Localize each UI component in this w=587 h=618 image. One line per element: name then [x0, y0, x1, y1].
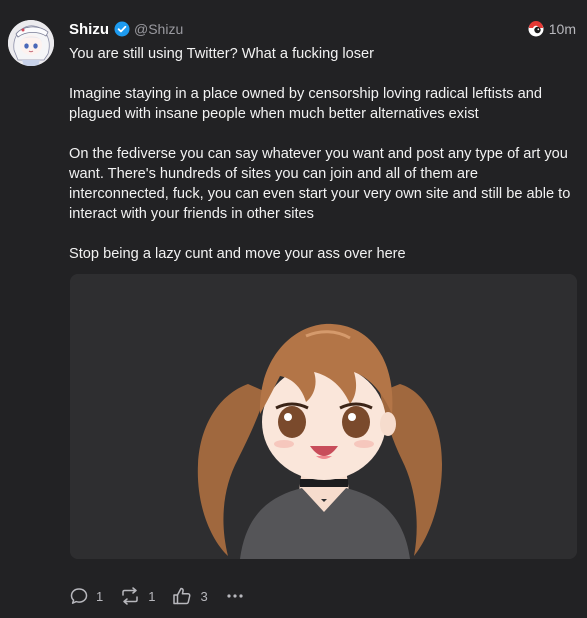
like-count: 3: [200, 588, 208, 604]
post: Shizu @Shizu 10m You are still using Twi…: [0, 0, 587, 618]
post-actions: 1 1 3: [70, 585, 245, 607]
display-name[interactable]: Shizu: [69, 21, 109, 38]
post-time[interactable]: 10m: [549, 21, 576, 37]
post-paragraph: You are still using Twitter? What a fuck…: [69, 46, 374, 62]
repost-count: 1: [148, 588, 156, 604]
handle[interactable]: @Shizu: [134, 21, 183, 37]
repost-button[interactable]: 1: [120, 587, 155, 605]
reply-count: 1: [96, 588, 104, 604]
post-paragraph: Imagine staying in a place owned by cens…: [69, 86, 542, 122]
post-header: Shizu @Shizu: [69, 19, 183, 39]
avatar[interactable]: [8, 20, 54, 66]
more-icon: [227, 594, 243, 598]
like-icon: [173, 587, 191, 605]
reply-button[interactable]: 1: [70, 587, 103, 605]
more-button[interactable]: [225, 587, 245, 605]
verified-badge-icon: [114, 21, 130, 37]
avatar-icon: [8, 20, 54, 66]
post-meta: 10m: [528, 19, 576, 39]
post-paragraph: On the fediverse you can say whatever yo…: [69, 146, 571, 222]
instance-favicon-icon: [528, 21, 544, 37]
post-content: You are still using Twitter? What a fuck…: [69, 44, 581, 264]
repost-icon: [122, 587, 138, 605]
post-paragraph: Stop being a lazy cunt and move your ass…: [69, 246, 406, 262]
reply-icon: [70, 588, 88, 604]
like-button[interactable]: 3: [172, 587, 208, 605]
post-media[interactable]: [70, 274, 577, 559]
anime-girl-illustration-icon: [70, 274, 577, 559]
